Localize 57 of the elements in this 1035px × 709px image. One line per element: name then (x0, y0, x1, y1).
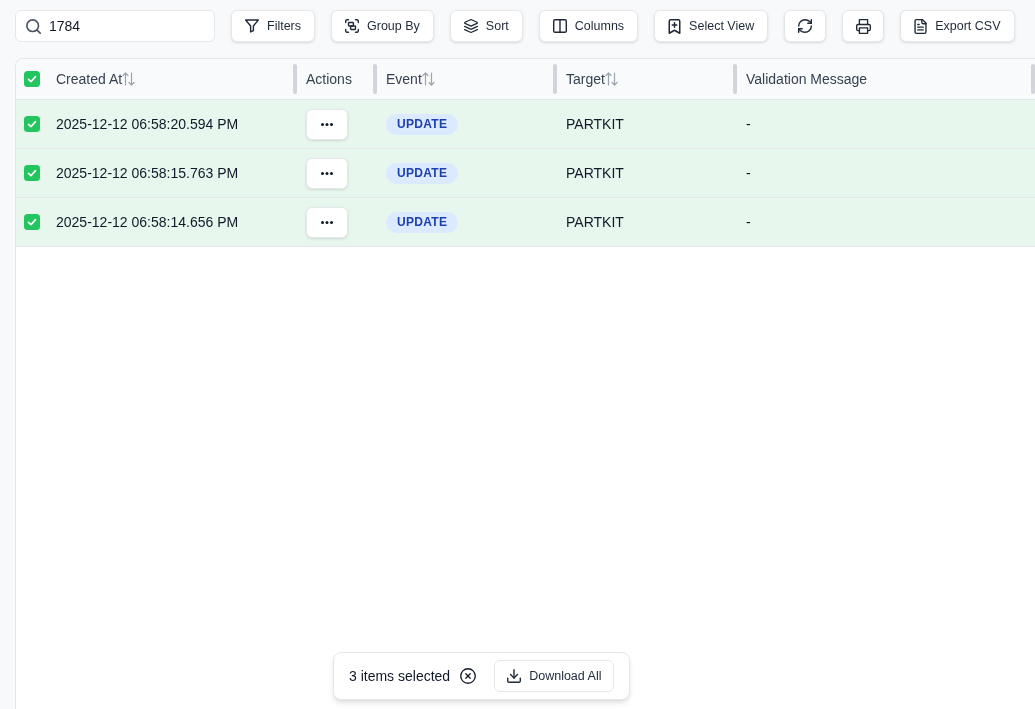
event-badge: UPDATE (386, 162, 459, 184)
ellipsis-icon (321, 171, 333, 175)
ellipsis-icon (321, 122, 333, 126)
table-cell-text: - (746, 115, 751, 134)
bookmark-plus-icon (668, 18, 682, 34)
selection-count: 3 items selected (349, 667, 451, 686)
sort-icon[interactable] (421, 72, 435, 86)
event-badge: UPDATE (386, 113, 459, 135)
column-resize-handle[interactable] (553, 64, 557, 94)
table-cell-text: - (746, 164, 751, 183)
table-cell-text: 2025-12-12 06:58:14.656 PM (56, 213, 239, 232)
select-all-checkbox[interactable] (24, 71, 40, 87)
search-icon (26, 18, 41, 34)
table-cell-text: PARTKIT (566, 164, 624, 183)
row-actions-button[interactable] (306, 206, 348, 238)
filter-icon (245, 19, 259, 33)
table-cell-text: 2025-12-12 06:58:20.594 PM (56, 115, 239, 134)
columns-icon (552, 19, 567, 33)
document-icon (914, 18, 928, 34)
toolbar-button[interactable]: Group By (331, 10, 434, 42)
column-header: Target (566, 70, 605, 89)
table-cell-text: - (746, 213, 751, 232)
toolbar-button[interactable]: Filters (231, 10, 316, 42)
print-button[interactable] (842, 10, 885, 42)
table-cell-text: 2025-12-12 06:58:15.763 PM (56, 164, 239, 183)
refresh-button[interactable] (784, 10, 827, 42)
column-resize-handle[interactable] (293, 64, 297, 94)
printer-icon (855, 18, 871, 34)
sort-icon[interactable] (122, 72, 136, 86)
column-header: Validation Message (746, 70, 868, 89)
table-cell-text: PARTKIT (566, 115, 624, 134)
row-actions-button[interactable] (306, 157, 348, 189)
column-header: Created At (56, 70, 123, 89)
column-resize-handle[interactable] (1031, 64, 1035, 94)
export-csv-button[interactable]: Export CSV (900, 10, 1015, 42)
row-checkbox[interactable] (24, 165, 40, 181)
column-header: Actions (306, 70, 352, 89)
toolbar-button[interactable]: Select View (654, 10, 769, 42)
layers-icon (463, 19, 478, 33)
row-checkbox[interactable] (24, 116, 40, 132)
refresh-icon (798, 19, 813, 33)
search-field[interactable]: 1784 (15, 10, 215, 42)
download-icon (507, 669, 522, 683)
close-icon[interactable] (460, 668, 477, 684)
group-icon (345, 19, 360, 33)
ellipsis-icon (321, 220, 333, 224)
event-badge: UPDATE (386, 211, 459, 233)
toolbar-button[interactable]: Sort (449, 10, 523, 42)
row-actions-button[interactable] (306, 108, 348, 140)
toolbar-button[interactable]: Columns (538, 10, 639, 42)
column-resize-handle[interactable] (733, 64, 737, 94)
column-resize-handle[interactable] (373, 64, 377, 94)
table-cell-text: PARTKIT (566, 213, 624, 232)
column-header: Event (386, 70, 422, 89)
download-all-button[interactable]: Download All (494, 660, 615, 692)
sort-icon[interactable] (604, 72, 618, 86)
row-checkbox[interactable] (24, 214, 40, 230)
